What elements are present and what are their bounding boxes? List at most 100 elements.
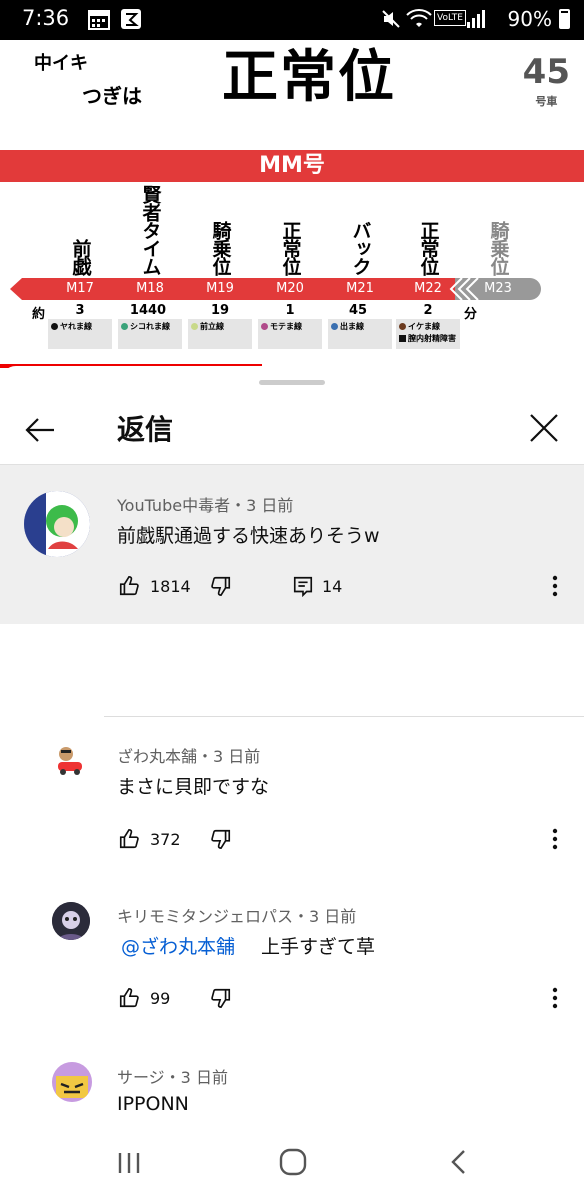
station-name: 前戯 bbox=[58, 185, 102, 275]
avatar[interactable] bbox=[52, 1062, 92, 1102]
line-name: MM号 bbox=[259, 153, 325, 178]
travel-minutes: 1 bbox=[285, 303, 295, 318]
station-name: 正常位 bbox=[268, 185, 312, 275]
comment-text: 前戯駅通過する快速ありそうw bbox=[117, 525, 380, 547]
battery-percent: 90% bbox=[507, 7, 552, 31]
like-count: 99 bbox=[150, 988, 171, 1008]
station-name: 正常位 bbox=[406, 185, 450, 275]
video-player[interactable]: 中イキ つぎは 正常位 45 号車 MM号 前戯 賢者タイム 騎乗位 正常位 バ… bbox=[0, 40, 584, 367]
home-button[interactable] bbox=[278, 1147, 308, 1177]
like-button[interactable]: 1814 bbox=[118, 575, 191, 597]
close-icon bbox=[530, 414, 558, 442]
service-type: 中イキ bbox=[34, 49, 88, 75]
thumbs-up-icon bbox=[119, 829, 139, 849]
calendar-icon bbox=[88, 8, 110, 34]
parent-comment: YouTube中毒者・3 日前 前戯駅通過する快速ありそうw 1814 14 bbox=[0, 464, 584, 624]
like-count: 372 bbox=[150, 829, 181, 849]
comment-author[interactable]: キリモミタンジェロパス・3 日前 bbox=[117, 903, 356, 927]
reply-count: 14 bbox=[322, 576, 343, 596]
screen: 7:36 VoLTE 90% 中イキ つぎは 正常位 45 号車 MM号 前戯 … bbox=[0, 0, 584, 1200]
station-name-text: 正常位 bbox=[279, 221, 302, 275]
thumbs-up-icon bbox=[119, 988, 139, 1008]
system-back-button[interactable] bbox=[444, 1147, 474, 1177]
thumbs-up-icon bbox=[119, 576, 139, 596]
transfer-line-note: 膣内射精障害 bbox=[408, 334, 456, 343]
dislike-button[interactable] bbox=[210, 987, 232, 1009]
station-code: M20 bbox=[276, 281, 304, 296]
line-dot-icon bbox=[191, 323, 198, 330]
transfer-line-name: 前立線 bbox=[200, 322, 224, 331]
avatar[interactable] bbox=[52, 742, 88, 778]
like-button[interactable]: 99 bbox=[118, 987, 170, 1009]
station-name: バック bbox=[338, 185, 382, 275]
station-code: M22 bbox=[414, 281, 442, 296]
mute-icon bbox=[380, 8, 402, 34]
dislike-button[interactable] bbox=[210, 575, 232, 597]
travel-minutes: 3 bbox=[75, 303, 85, 318]
comment-text: @ざわ丸本舗 上手すぎて草 bbox=[121, 932, 375, 959]
comment-author[interactable]: ざわ丸本舗・3 日前 bbox=[117, 743, 260, 767]
app-notification-icon bbox=[120, 8, 142, 34]
recent-apps-button[interactable] bbox=[114, 1148, 144, 1178]
travel-minutes: 19 bbox=[210, 303, 230, 318]
transfer-line: ヤれま線 bbox=[48, 319, 112, 349]
thumbs-down-icon bbox=[211, 576, 231, 596]
station-code: M17 bbox=[66, 281, 94, 296]
transfer-line: モテま線 bbox=[258, 319, 322, 349]
more-options-button[interactable] bbox=[545, 983, 565, 1013]
replies-sheet: 返信 YouTube中毒者・3 日前 前戯駅通過する快速ありそうw 1814 1… bbox=[0, 366, 584, 1200]
station-code: M19 bbox=[206, 281, 234, 296]
avatar[interactable] bbox=[52, 902, 90, 940]
comment-body: 上手すぎて草 bbox=[261, 936, 376, 958]
comment-text: IPPONN bbox=[117, 1093, 189, 1115]
dislike-button[interactable] bbox=[210, 828, 232, 850]
chevron-left-icon bbox=[451, 1150, 465, 1174]
more-options-button[interactable] bbox=[545, 824, 565, 854]
transfer-line-name: シコれま線 bbox=[130, 322, 170, 331]
drag-handle[interactable] bbox=[259, 380, 325, 385]
station-name-text: 賢者タイム bbox=[139, 185, 162, 275]
like-button[interactable]: 372 bbox=[118, 828, 181, 850]
station-name-text: 騎乗位 bbox=[487, 221, 510, 275]
travel-minutes: 2 bbox=[423, 303, 433, 318]
back-button[interactable] bbox=[20, 410, 60, 450]
home-icon bbox=[279, 1148, 307, 1176]
station-name: 騎乗位 bbox=[198, 185, 242, 275]
line-dot-icon bbox=[261, 323, 268, 330]
transfer-line: 前立線 bbox=[188, 319, 252, 349]
station-name-text: バック bbox=[349, 221, 372, 275]
panel-title: 返信 bbox=[117, 413, 174, 446]
station-code: M23 bbox=[484, 281, 512, 296]
arrow-left-icon bbox=[25, 418, 54, 442]
transfer-line: 出ま線 bbox=[328, 319, 392, 349]
next-label: つぎは bbox=[82, 84, 142, 108]
station-name-text: 前戯 bbox=[69, 239, 92, 275]
transfer-line-name: イケま線 bbox=[408, 322, 440, 331]
avatar-image bbox=[52, 1062, 92, 1102]
more-options-button[interactable] bbox=[545, 571, 565, 601]
comment-author[interactable]: YouTube中毒者・3 日前 bbox=[117, 492, 293, 516]
thumbs-down-icon bbox=[211, 988, 231, 1008]
mention-link[interactable]: @ざわ丸本舗 bbox=[121, 936, 235, 958]
station-code: M18 bbox=[136, 281, 164, 296]
more-vert-icon bbox=[552, 828, 558, 850]
volte-icon: VoLTE bbox=[434, 10, 466, 26]
replies-button[interactable]: 14 bbox=[292, 575, 342, 597]
station-name-text: 騎乗位 bbox=[209, 221, 232, 275]
transfer-line: イケま線膣内射精障害 bbox=[396, 319, 460, 349]
thumbs-down-icon bbox=[211, 829, 231, 849]
line-dot-icon bbox=[51, 323, 58, 330]
travel-minutes: 1440 bbox=[129, 303, 167, 318]
avatar-image bbox=[24, 491, 90, 557]
close-button[interactable] bbox=[524, 408, 564, 448]
status-time: 7:36 bbox=[22, 6, 70, 30]
comment-author[interactable]: サージ・3 日前 bbox=[117, 1064, 228, 1088]
like-count: 1814 bbox=[150, 576, 191, 596]
station-name-text: 正常位 bbox=[417, 221, 440, 275]
system-nav-bar bbox=[0, 1130, 584, 1200]
status-bar: 7:36 VoLTE 90% bbox=[0, 0, 584, 40]
more-vert-icon bbox=[552, 575, 558, 597]
avatar[interactable] bbox=[24, 491, 90, 557]
line-dot-icon bbox=[331, 323, 338, 330]
service-type-text: 中イキ bbox=[34, 53, 88, 74]
